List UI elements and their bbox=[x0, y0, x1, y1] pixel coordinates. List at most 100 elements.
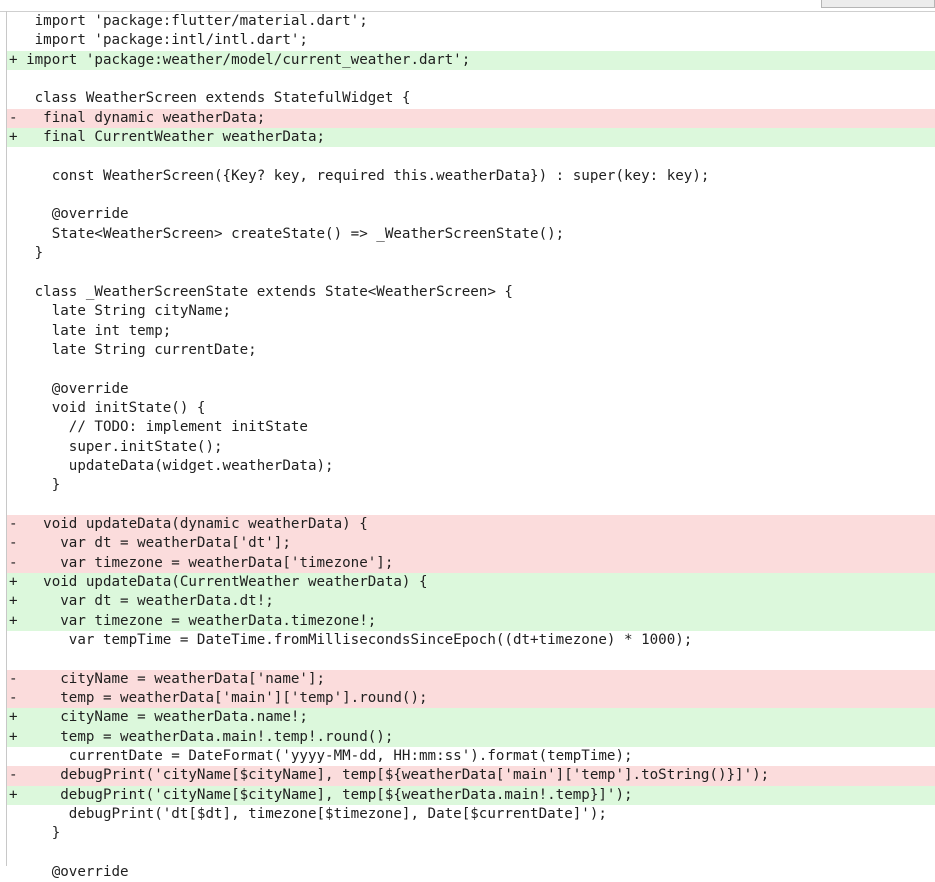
diff-line-context: late String currentDate; bbox=[7, 341, 935, 360]
diff-marker bbox=[9, 168, 18, 184]
code-text: debugPrint('dt[$dt], timezone[$timezone]… bbox=[17, 806, 607, 823]
diff-line-context bbox=[7, 70, 935, 89]
code-text: cityName = weatherData['name']; bbox=[17, 670, 326, 687]
diff-marker: + bbox=[9, 573, 18, 590]
diff-marker: - bbox=[9, 535, 18, 552]
code-text: class WeatherScreen extends StatefulWidg… bbox=[17, 90, 411, 107]
code-text: import 'package:weather/model/current_we… bbox=[17, 51, 471, 68]
code-text: void initState() { bbox=[17, 399, 206, 416]
diff-marker: + bbox=[9, 786, 18, 803]
diff-line-context: } bbox=[7, 824, 935, 843]
diff-marker bbox=[9, 477, 18, 493]
code-text: var dt = weatherData.dt!; bbox=[17, 593, 274, 610]
diff-line-added: + cityName = weatherData.name!; bbox=[7, 708, 935, 728]
diff-line-context: const WeatherScreen({Key? key, required … bbox=[7, 167, 935, 186]
diff-line-added: + temp = weatherData.main!.temp!.round()… bbox=[7, 727, 935, 748]
diff-line-context: @override bbox=[7, 205, 935, 224]
diff-marker: - bbox=[9, 515, 18, 532]
diff-marker bbox=[9, 226, 18, 242]
diff-line-added: + var timezone = weatherData.timezone!; bbox=[7, 611, 935, 631]
code-text: } bbox=[17, 825, 61, 842]
diff-line-context: class WeatherScreen extends StatefulWidg… bbox=[7, 89, 935, 108]
diff-marker: + bbox=[9, 593, 18, 610]
diff-marker: + bbox=[9, 612, 18, 629]
diff-line-context: void initState() { bbox=[7, 399, 935, 418]
code-text: } bbox=[17, 477, 61, 494]
diff-line-context: import 'package:flutter/material.dart'; bbox=[7, 12, 935, 31]
diff-marker: - bbox=[9, 690, 18, 707]
diff-line-added: + var dt = weatherData.dt!; bbox=[7, 592, 935, 612]
diff-marker bbox=[9, 458, 18, 474]
code-text: var tempTime = DateTime.fromMilliseconds… bbox=[17, 632, 693, 648]
code-text: // TODO: implement initState bbox=[17, 419, 308, 436]
diff-marker bbox=[9, 206, 18, 222]
code-text: temp = weatherData['main']['temp'].round… bbox=[17, 690, 428, 707]
diff-line-added: + final CurrentWeather weatherData; bbox=[7, 128, 935, 148]
diff-marker bbox=[9, 148, 18, 164]
code-text: debugPrint('cityName[$cityName], temp[${… bbox=[17, 786, 633, 803]
diff-marker: - bbox=[9, 109, 18, 126]
diff-marker bbox=[9, 439, 18, 455]
diff-line-context bbox=[7, 496, 935, 515]
diff-line-context bbox=[7, 360, 935, 379]
code-text: late int temp; bbox=[17, 322, 172, 339]
diff-marker bbox=[9, 303, 18, 319]
code-text: late String currentDate; bbox=[17, 341, 257, 358]
code-text: class _WeatherScreenState extends State<… bbox=[17, 283, 513, 300]
diff-marker bbox=[9, 187, 18, 203]
code-text: temp = weatherData.main!.temp!.round(); bbox=[17, 728, 394, 745]
diff-line-context: debugPrint('dt[$dt], timezone[$timezone]… bbox=[7, 805, 935, 824]
diff-line-removed: - cityName = weatherData['name']; bbox=[7, 669, 935, 690]
diff-marker bbox=[9, 342, 18, 358]
diff-marker bbox=[9, 864, 18, 880]
diff-marker bbox=[9, 323, 18, 339]
diff-marker bbox=[9, 400, 18, 416]
diff-line-added: + import 'package:weather/model/current_… bbox=[7, 50, 935, 71]
code-text: debugPrint('cityName[$cityName], temp[${… bbox=[17, 767, 770, 784]
header-tab[interactable] bbox=[821, 0, 935, 8]
diff-line-context bbox=[7, 186, 935, 205]
diff-marker bbox=[9, 748, 18, 764]
diff-line-removed: - var timezone = weatherData['timezone']… bbox=[7, 553, 935, 573]
code-text: late String cityName; bbox=[17, 303, 232, 320]
diff-marker: - bbox=[9, 554, 18, 571]
code-text: import 'package:flutter/material.dart'; bbox=[17, 13, 368, 29]
diff-marker: + bbox=[9, 129, 18, 146]
diff-marker: + bbox=[9, 728, 18, 745]
diff-line-context: late String cityName; bbox=[7, 302, 935, 321]
code-text: super.initState(); bbox=[17, 438, 223, 455]
diff-marker bbox=[9, 651, 18, 667]
diff-line-context: updateData(widget.weatherData); bbox=[7, 457, 935, 476]
code-text: currentDate = DateFormat('yyyy-MM-dd, HH… bbox=[17, 748, 633, 765]
code-text: var timezone = weatherData.timezone!; bbox=[17, 612, 377, 629]
diff-marker bbox=[9, 32, 18, 48]
diff-line-context: State<WeatherScreen> createState() => _W… bbox=[7, 225, 935, 244]
diff-marker: + bbox=[9, 709, 18, 726]
diff-marker bbox=[9, 632, 18, 648]
diff-marker bbox=[9, 13, 18, 29]
code-text: updateData(widget.weatherData); bbox=[17, 457, 334, 474]
code-text: final CurrentWeather weatherData; bbox=[17, 129, 326, 146]
code-text: @override bbox=[17, 206, 129, 223]
diff-marker bbox=[9, 419, 18, 435]
diff-line-context bbox=[7, 844, 935, 863]
diff-marker bbox=[9, 90, 18, 106]
diff-marker bbox=[9, 825, 18, 841]
diff-header-bar bbox=[0, 0, 935, 12]
diff-line-removed: - void updateData(dynamic weatherData) { bbox=[7, 514, 935, 535]
diff-marker: - bbox=[9, 767, 18, 784]
code-text: const WeatherScreen({Key? key, required … bbox=[17, 167, 710, 184]
code-text: State<WeatherScreen> createState() => _W… bbox=[17, 225, 565, 242]
code-text: final dynamic weatherData; bbox=[17, 109, 266, 126]
diff-marker: - bbox=[9, 670, 18, 687]
code-text: void updateData(CurrentWeather weatherDa… bbox=[17, 573, 428, 590]
code-text: var timezone = weatherData['timezone']; bbox=[17, 554, 394, 571]
diff-line-context: class _WeatherScreenState extends State<… bbox=[7, 283, 935, 302]
diff-line-context: } bbox=[7, 244, 935, 263]
diff-line-removed: - temp = weatherData['main']['temp'].rou… bbox=[7, 689, 935, 709]
diff-marker bbox=[9, 381, 18, 397]
code-text: cityName = weatherData.name!; bbox=[17, 709, 308, 726]
diff-code-view: import 'package:flutter/material.dart'; … bbox=[7, 12, 935, 882]
diff-line-context: // TODO: implement initState bbox=[7, 418, 935, 437]
diff-marker bbox=[9, 497, 18, 513]
